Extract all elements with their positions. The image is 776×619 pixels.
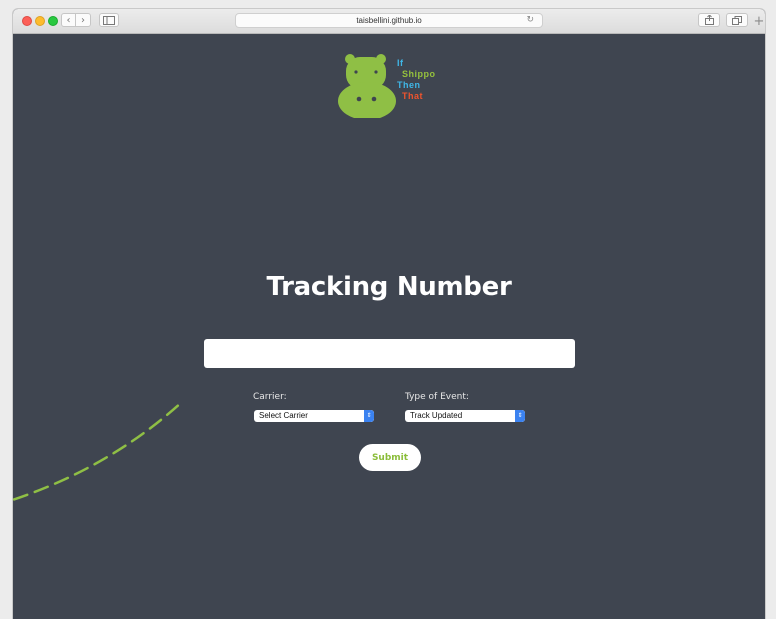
carrier-label: Carrier: xyxy=(253,392,287,402)
logo-line-that: That xyxy=(402,91,423,101)
sidebar-toggle-button[interactable] xyxy=(99,13,119,27)
maximize-window-button[interactable] xyxy=(48,16,58,26)
event-type-select[interactable]: Track Updated ⇕ xyxy=(405,410,525,422)
back-button[interactable]: ‹ xyxy=(61,13,76,27)
carrier-select[interactable]: Select Carrier ⇕ xyxy=(254,410,374,422)
logo-line-then: Then xyxy=(397,80,421,90)
show-tabs-button[interactable] xyxy=(726,13,748,27)
event-type-label: Type of Event: xyxy=(405,392,469,402)
address-bar[interactable]: taisbellini.github.io ↻ xyxy=(235,13,543,28)
browser-toolbar: ‹ › taisbellini.github.io ↻ + xyxy=(13,9,765,34)
plus-icon: + xyxy=(753,14,765,29)
new-tab-button[interactable]: + xyxy=(752,15,765,29)
logo-line-if: If xyxy=(397,58,404,68)
tabs-icon xyxy=(732,15,742,25)
chevron-left-icon: ‹ xyxy=(66,14,71,26)
tracking-number-input[interactable] xyxy=(204,339,575,368)
carrier-selected-value: Select Carrier xyxy=(259,411,308,420)
share-icon xyxy=(704,15,714,25)
reload-icon[interactable]: ↻ xyxy=(526,15,534,25)
decorative-dashed-path xyxy=(13,399,185,502)
share-button[interactable] xyxy=(698,13,720,27)
minimize-window-button[interactable] xyxy=(35,16,45,26)
browser-window: ‹ › taisbellini.github.io ↻ + If Shippo … xyxy=(13,9,765,619)
chevron-right-icon: › xyxy=(81,14,85,26)
url-text: taisbellini.github.io xyxy=(356,16,422,25)
event-selected-value: Track Updated xyxy=(410,411,463,420)
submit-button[interactable]: Submit xyxy=(359,444,421,471)
forward-button[interactable]: › xyxy=(76,13,91,27)
select-arrows-icon: ⇕ xyxy=(364,410,374,422)
logo-line-shippo: Shippo xyxy=(402,69,436,79)
logo-wordmark: If Shippo Then That xyxy=(397,58,436,102)
page-title: Tracking Number xyxy=(266,272,512,302)
sidebar-icon xyxy=(103,15,115,25)
page-content: If Shippo Then That Tracking Number Carr… xyxy=(13,34,765,619)
select-arrows-icon: ⇕ xyxy=(515,410,525,422)
close-window-button[interactable] xyxy=(22,16,32,26)
